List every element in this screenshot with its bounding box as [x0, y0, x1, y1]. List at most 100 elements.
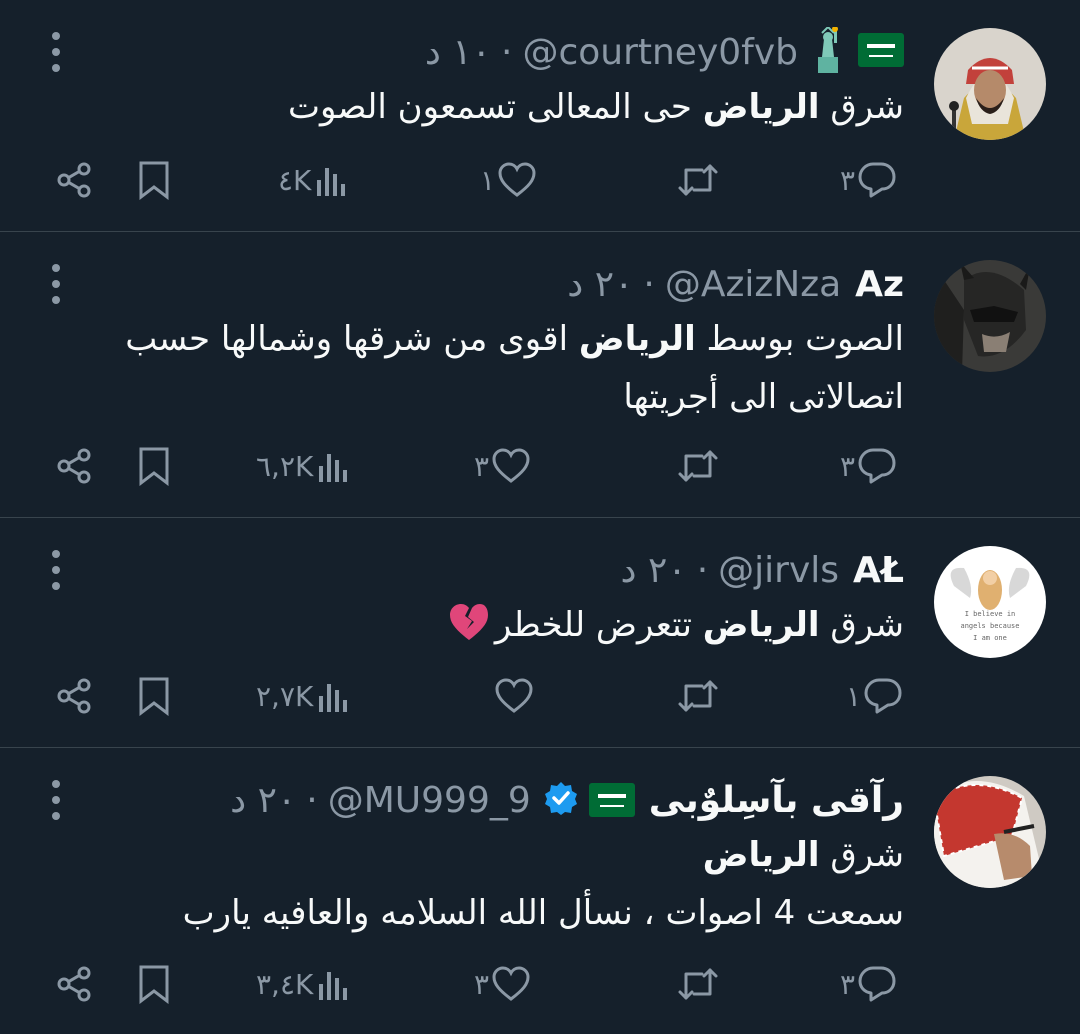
- views-icon: [319, 972, 348, 1000]
- display-name[interactable]: AŁ: [853, 550, 904, 591]
- reply-button[interactable]: ٣: [840, 954, 897, 1014]
- tweet-header: AŁ @jirvls · ٢٠ د: [621, 542, 904, 598]
- share-button[interactable]: [54, 436, 94, 496]
- replies-count: ٣: [840, 163, 856, 197]
- bookmark-button[interactable]: [136, 954, 172, 1014]
- avatar[interactable]: [934, 28, 1046, 140]
- bookmark-icon: [139, 161, 169, 200]
- views-button[interactable]: ٦,٢K: [256, 436, 351, 496]
- more-options-icon[interactable]: [44, 32, 68, 74]
- saudi-flag-icon: [588, 783, 635, 817]
- tweet-text: شرق الرياض سمعت 4 اصوات ، نسأل الله السل…: [183, 826, 904, 942]
- replies-count: ٣: [840, 967, 856, 1001]
- tweet-text-highlight: الرياض: [702, 835, 820, 875]
- views-button[interactable]: ٤K: [278, 150, 349, 210]
- tweet-handle[interactable]: @MU999_9: [328, 780, 531, 821]
- views-button[interactable]: ٣,٤K: [256, 954, 351, 1014]
- views-icon: [317, 168, 346, 196]
- reply-button[interactable]: ٣: [840, 150, 897, 210]
- separator-dot: ·: [500, 31, 513, 73]
- bookmark-icon: [139, 677, 169, 716]
- more-options-icon[interactable]: [44, 550, 68, 592]
- share-icon: [57, 162, 91, 198]
- reply-icon: [858, 448, 896, 484]
- share-button[interactable]: [54, 954, 94, 1014]
- views-count: ٢,٧K: [256, 679, 314, 713]
- share-icon: [57, 678, 91, 714]
- reply-button[interactable]: ٣: [840, 436, 897, 496]
- separator-dot: ·: [696, 549, 709, 591]
- tweet-text-line-1: شرق الرياض تتعرض للخطر: [447, 596, 904, 654]
- views-icon: [319, 454, 348, 482]
- tweet-3[interactable]: I believe in angels because I am one AŁ …: [0, 518, 1080, 748]
- retweet-button[interactable]: [676, 436, 720, 496]
- avatar-caption-2: angels because: [960, 622, 1019, 630]
- share-button[interactable]: [54, 666, 94, 726]
- bookmark-button[interactable]: [136, 436, 172, 496]
- verified-badge-icon[interactable]: [543, 780, 579, 820]
- views-count: ٣,٤K: [256, 967, 314, 1001]
- tweet-text: الصوت بوسط الرياض اقوى من شرقها وشمالها …: [125, 310, 904, 426]
- display-name[interactable]: رآقى بآسِلوٌبى: [649, 780, 904, 821]
- likes-count: ٣: [474, 449, 490, 483]
- retweet-icon: [678, 164, 718, 196]
- heart-icon: [492, 966, 530, 1001]
- tweet-text-line-2: سمعت 4 اصوات ، نسأل الله السلامه والعافي…: [182, 893, 904, 933]
- more-options-icon[interactable]: [44, 780, 68, 822]
- heart-icon: [498, 162, 536, 197]
- tweet-header: @courtney0fvb · ١٠ د: [425, 24, 904, 80]
- views-count: ٦,٢K: [256, 449, 314, 483]
- tweet-actions: ٦,٢K ٣ ٣: [0, 436, 1080, 496]
- likes-count: ١: [480, 163, 496, 197]
- tweet-handle[interactable]: @courtney0fvb: [522, 32, 798, 73]
- like-button[interactable]: ٣: [474, 436, 531, 496]
- tweet-time[interactable]: ٢٠ د: [621, 550, 687, 591]
- views-icon: [319, 684, 348, 712]
- replies-count: ٣: [840, 449, 856, 483]
- avatar[interactable]: [934, 776, 1046, 888]
- avatar-caption-1: I believe in: [965, 610, 1016, 618]
- retweet-button[interactable]: [676, 954, 720, 1014]
- bookmark-button[interactable]: [136, 666, 172, 726]
- bookmark-icon: [139, 965, 169, 1004]
- tweet-1[interactable]: @courtney0fvb · ١٠ د شرق الرياض حى المعا…: [0, 0, 1080, 232]
- retweet-icon: [678, 450, 718, 482]
- tweet-text: شرق الرياض حى المعالى تسمعون الصوت: [288, 78, 904, 136]
- tweet-2[interactable]: Az @AzizNza · ٢٠ د الصوت بوسط الرياض اقو…: [0, 232, 1080, 518]
- reply-button[interactable]: ١: [846, 666, 903, 726]
- tweet-time[interactable]: ٢٠ د: [567, 264, 633, 305]
- retweet-button[interactable]: [676, 666, 720, 726]
- avatar[interactable]: [934, 260, 1046, 372]
- share-icon: [57, 966, 91, 1002]
- display-name[interactable]: Az: [855, 264, 904, 305]
- share-button[interactable]: [54, 150, 94, 210]
- like-button[interactable]: ٣: [474, 954, 531, 1014]
- saudi-flag-icon: [858, 33, 904, 71]
- tweet-text-line-2: اتصالاتى الى أجريتها: [623, 377, 904, 417]
- views-button[interactable]: ٢,٧K: [256, 666, 351, 726]
- bookmark-button[interactable]: [136, 150, 172, 210]
- reply-icon: [864, 678, 902, 714]
- tweet-header: Az @AzizNza · ٢٠ د: [567, 256, 904, 312]
- reply-icon: [858, 966, 896, 1002]
- reply-icon: [858, 162, 896, 198]
- avatar[interactable]: I believe in angels because I am one: [934, 546, 1046, 658]
- separator-dot: ·: [643, 263, 655, 305]
- tweet-4[interactable]: رآقى بآسِلوٌبى @MU999_9 · ٢٠ د شرق الريا…: [0, 748, 1080, 1034]
- like-button[interactable]: [494, 666, 534, 726]
- tweet-time[interactable]: ١٠ د: [425, 32, 491, 73]
- more-options-icon[interactable]: [44, 264, 68, 306]
- tweet-time[interactable]: ٢٠ د: [230, 780, 296, 821]
- tweet-handle[interactable]: @jirvls: [718, 550, 839, 591]
- heart-icon: [495, 678, 533, 713]
- tweet-text-line-1: شرق الرياض: [702, 835, 904, 875]
- retweet-button[interactable]: [676, 150, 720, 210]
- tweet-handle[interactable]: @AzizNza: [665, 264, 841, 305]
- tweet-text-highlight: الرياض: [702, 87, 820, 127]
- tweet-text-line-1: شرق الرياض حى المعالى تسمعون الصوت: [287, 87, 904, 127]
- statue-of-liberty-icon: [808, 25, 848, 77]
- separator-dot: ·: [306, 779, 318, 821]
- like-button[interactable]: ١: [480, 150, 537, 210]
- heart-icon: [492, 448, 530, 483]
- tweet-text-line-1: الصوت بوسط الرياض اقوى من شرقها وشمالها …: [125, 319, 904, 359]
